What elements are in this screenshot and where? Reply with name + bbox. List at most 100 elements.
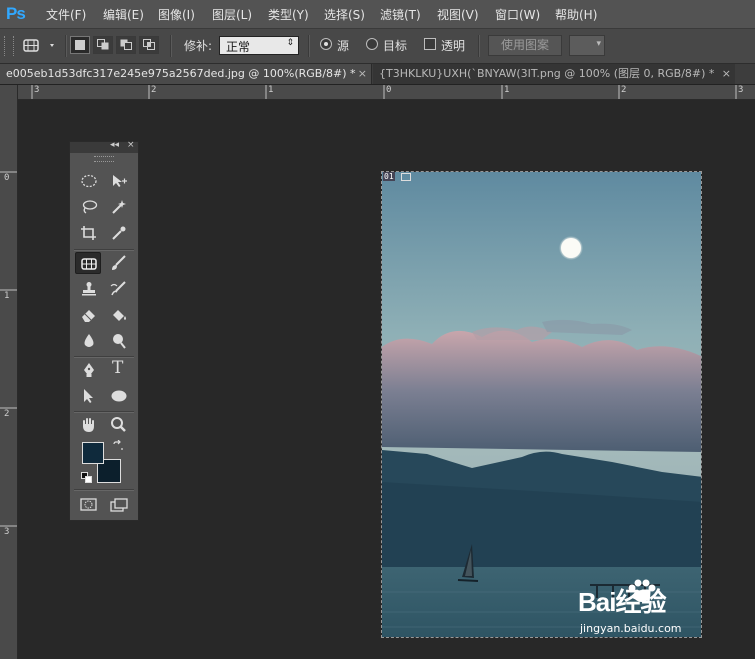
ruler-label: 1: [504, 85, 510, 95]
watermark-brand: Bai经验: [578, 587, 666, 617]
intersect-selection-button[interactable]: [139, 36, 159, 54]
menu-bar: Ps 文件(F) 编辑(E) 图像(I) 图层(L) 类型(Y) 选择(S) 滤…: [0, 0, 755, 29]
panel-grip[interactable]: [94, 156, 114, 162]
new-selection-icon: [75, 40, 85, 50]
menu-image[interactable]: 图像(I): [158, 6, 195, 23]
layer-thumbnail-icon: [401, 172, 412, 181]
elliptical-marquee-tool-icon: [81, 174, 97, 188]
menu-edit[interactable]: 编辑(E): [103, 6, 144, 23]
layer-number: 01: [383, 172, 395, 181]
document-tab-1[interactable]: e005eb1d53dfc317e245e975a2567ded.jpg @ 1…: [0, 64, 372, 84]
close-icon[interactable]: ×: [722, 64, 731, 83]
blur-tool-icon: [84, 334, 94, 347]
add-to-selection-button[interactable]: [93, 36, 113, 54]
lasso-tool-button[interactable]: [76, 196, 102, 218]
ruler-label: 3: [4, 527, 10, 537]
patch-mode-value: 正常: [226, 40, 251, 54]
magic-wand-tool-button[interactable]: [106, 196, 132, 218]
dodge-tool-button[interactable]: [106, 330, 132, 352]
target-radio[interactable]: [366, 38, 378, 50]
hand-tool-button[interactable]: [76, 414, 102, 436]
ruler-label: 3: [738, 85, 744, 95]
ruler-label: 3: [34, 85, 40, 95]
eyedropper-tool-button[interactable]: [106, 222, 132, 244]
ruler-origin[interactable]: [0, 85, 18, 100]
quick-mask-button[interactable]: [76, 494, 102, 516]
vertical-ruler[interactable]: 0 1 2 3: [0, 99, 18, 659]
separator: [308, 35, 310, 57]
menu-layer[interactable]: 图层(L): [212, 6, 252, 23]
menu-filter[interactable]: 滤镜(T): [380, 6, 421, 23]
menu-view[interactable]: 视图(V): [437, 6, 479, 23]
ruler-label: 0: [386, 85, 392, 95]
blur-tool-button[interactable]: [76, 330, 102, 352]
separator: [170, 35, 172, 57]
tools-panel: ◂◂ × T: [69, 140, 139, 521]
lasso-tool-icon: [82, 200, 98, 214]
document-tab-2[interactable]: {T3HKLKU}UXH(`BNYAW(3IT.png @ 100% (图层 0…: [373, 64, 735, 84]
document-canvas[interactable]: [381, 171, 702, 638]
clone-stamp-tool-icon: [82, 282, 96, 296]
ruler-label: 2: [4, 409, 10, 419]
chevron-updown-icon: ⇕: [286, 38, 294, 48]
type-tool-icon: T: [112, 358, 124, 378]
zoom-tool-button[interactable]: [106, 414, 132, 436]
foreground-color-swatch[interactable]: [82, 442, 104, 464]
collapse-panel-icon[interactable]: ◂◂: [110, 140, 119, 150]
type-tool-button[interactable]: T: [106, 358, 132, 381]
menu-select[interactable]: 选择(S): [324, 6, 365, 23]
magic-wand-tool-icon: [112, 200, 126, 214]
menu-help[interactable]: 帮助(H): [555, 6, 597, 23]
tools-panel-header[interactable]: ◂◂ ×: [70, 140, 138, 153]
ruler-label: 1: [268, 85, 274, 95]
options-bar-grip[interactable]: [4, 36, 14, 56]
close-icon[interactable]: ×: [358, 64, 367, 83]
swap-colors-icon[interactable]: [112, 440, 124, 452]
ellipse-shape-tool-button[interactable]: [106, 385, 132, 407]
patch-tool-icon: [23, 39, 54, 52]
crop-tool-button[interactable]: [76, 222, 102, 244]
subtract-from-selection-button[interactable]: [116, 36, 136, 54]
tool-separator: [74, 356, 134, 358]
paint-bucket-tool-button[interactable]: [106, 304, 132, 326]
pattern-picker[interactable]: ▾: [569, 35, 605, 56]
path-selection-tool-button[interactable]: [76, 385, 102, 407]
menu-type[interactable]: 类型(Y): [268, 6, 309, 23]
use-pattern-button[interactable]: 使用图案: [488, 35, 562, 56]
zoom-tool-icon: [111, 417, 126, 432]
horizontal-ruler[interactable]: 3 2 1 0 1 2 3: [18, 85, 755, 100]
ruler-label: 2: [151, 85, 157, 95]
transparent-checkbox[interactable]: [424, 38, 436, 50]
document-tab-label: e005eb1d53dfc317e245e975a2567ded.jpg @ 1…: [6, 67, 356, 80]
pen-tool-button[interactable]: [76, 359, 102, 381]
history-brush-tool-button[interactable]: [106, 278, 132, 300]
eraser-tool-button[interactable]: [76, 304, 102, 326]
pen-tool-icon: [84, 363, 94, 377]
tool-preset-picker[interactable]: [20, 35, 60, 57]
brush-tool-icon: [112, 255, 126, 270]
watermark-url: jingyan.baidu.com: [580, 622, 682, 635]
brush-tool-button[interactable]: [106, 252, 132, 274]
elliptical-marquee-tool-button[interactable]: [76, 170, 102, 192]
new-selection-button[interactable]: [70, 36, 90, 54]
source-radio[interactable]: [320, 38, 332, 50]
photoshop-logo: Ps: [6, 4, 26, 23]
patch-tool-button[interactable]: [75, 252, 101, 274]
move-tool-button[interactable]: [106, 170, 132, 192]
ruler-label: 0: [4, 173, 10, 183]
clone-stamp-tool-button[interactable]: [76, 278, 102, 300]
default-colors-icon[interactable]: [81, 472, 93, 484]
chevron-down-icon: ▾: [596, 39, 601, 49]
target-label: 目标: [383, 39, 408, 53]
ruler-label: 2: [621, 85, 627, 95]
screen-mode-button[interactable]: [106, 494, 132, 516]
source-label: 源: [337, 39, 350, 53]
menu-file[interactable]: 文件(F): [46, 6, 86, 23]
separator: [478, 35, 480, 57]
close-panel-icon[interactable]: ×: [127, 140, 135, 150]
document-tab-label: {T3HKLKU}UXH(`BNYAW(3IT.png @ 100% (图层 0…: [379, 67, 715, 80]
intersect-selection-icon: [143, 39, 155, 50]
menu-window[interactable]: 窗口(W): [495, 6, 540, 23]
patch-mode-select[interactable]: 正常 ⇕: [219, 36, 299, 55]
tool-separator: [74, 249, 134, 251]
